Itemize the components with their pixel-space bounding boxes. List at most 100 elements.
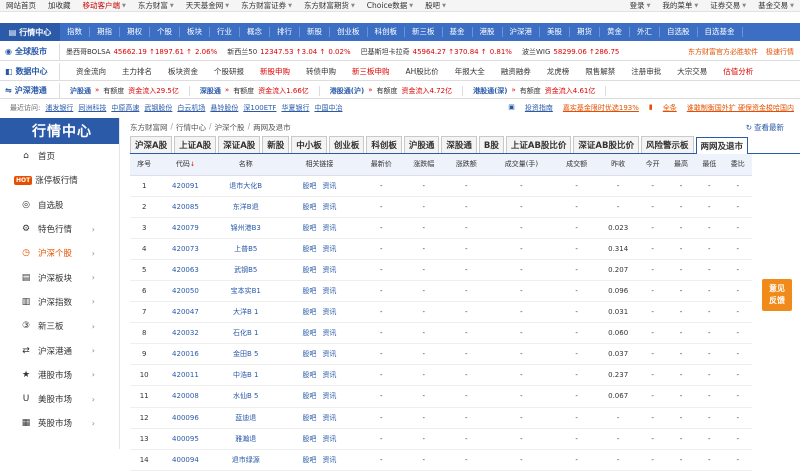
nav-item[interactable]: 基金	[443, 27, 473, 37]
forum-link[interactable]: 股吧	[302, 456, 316, 464]
column-header[interactable]: 最新价	[359, 154, 403, 176]
nav-item[interactable]: 黄金	[600, 27, 630, 37]
market-tab[interactable]: 上证AB股比价	[505, 136, 572, 153]
topbar-right-link[interactable]: 我的菜单 ▼	[656, 0, 704, 11]
stock-code[interactable]: 400095	[158, 428, 213, 450]
topbar-dropdown[interactable]: 东方财富 ▼	[132, 0, 180, 11]
news-link[interactable]: 资讯	[322, 392, 336, 400]
nav-item[interactable]: 新股	[300, 27, 330, 37]
stock-code[interactable]: 420032	[158, 322, 213, 345]
topbar-right-link[interactable]: 基金交易 ▼	[752, 0, 800, 11]
topbar-link[interactable]: 东方财富	[138, 0, 168, 11]
column-header[interactable]: 昨收	[597, 154, 639, 176]
nav-item[interactable]: 期货	[570, 27, 600, 37]
topbar-link[interactable]: 天天基金网	[186, 0, 224, 11]
stock-connect-segment[interactable]: 港股通(深)» 有额度 资金流入4.61亿	[463, 85, 607, 96]
forum-link[interactable]: 股吧	[302, 414, 316, 422]
nav-item[interactable]: 概念	[240, 27, 270, 37]
breadcrumb-item[interactable]: 东方财富网	[130, 122, 168, 133]
forum-link[interactable]: 股吧	[302, 350, 316, 358]
stock-code[interactable]: 400096	[158, 407, 213, 429]
recent-link[interactable]: 中国中冶	[314, 103, 342, 113]
sidebar-item[interactable]: U 美股市场 ›	[0, 387, 119, 411]
stock-code[interactable]: 420079	[158, 217, 213, 239]
data-center-link[interactable]: 估值分析	[715, 66, 761, 77]
topbar-dropdown[interactable]: Choice数据 ▼	[361, 0, 419, 11]
news-link[interactable]: 资讯	[322, 414, 336, 422]
news-link[interactable]: 资讯	[322, 224, 336, 232]
news-link[interactable]: 资讯	[322, 371, 336, 379]
ticker-item[interactable]: 巴基斯坦卡拉奇 45964.27 ↑370.84 ↑ 0.81%	[361, 47, 512, 57]
nav-brand[interactable]: ▤ 行情中心	[0, 23, 60, 41]
topbar-link[interactable]: 网站首页	[0, 0, 42, 11]
market-tab[interactable]: 深证A股	[218, 136, 261, 153]
column-header[interactable]: 最低	[695, 154, 724, 176]
stock-name[interactable]: 东洋B退	[212, 196, 279, 218]
data-center-link[interactable]: 资金流向	[68, 66, 114, 77]
topbar-link[interactable]: 股吧	[425, 0, 440, 11]
nav-item[interactable]: 指数	[60, 27, 90, 37]
global-markets-label[interactable]: ◉ 全球股市	[0, 42, 60, 61]
market-tab[interactable]: 新股	[262, 136, 290, 153]
news-link[interactable]: 资讯	[322, 456, 336, 464]
news-link[interactable]: 资讯	[322, 435, 336, 443]
nav-item[interactable]: 个股	[150, 27, 180, 37]
sidebar-item[interactable]: ⇄ 沪深港通 ›	[0, 338, 119, 362]
nav-item[interactable]: 新三板	[405, 27, 443, 37]
nav-item[interactable]: 沪深港	[503, 27, 540, 37]
recent-link[interactable]: 中原高速	[111, 103, 139, 113]
stock-name[interactable]: 退市绿源	[212, 449, 279, 471]
data-center-link[interactable]: 限售解禁	[577, 66, 623, 77]
stock-name[interactable]: 蓝迪退	[212, 407, 279, 429]
stock-code[interactable]: 420085	[158, 196, 213, 218]
fund-promo-link[interactable]: 嘉实基金限时优选193%	[563, 103, 639, 113]
data-center-link[interactable]: 个股研报	[206, 66, 252, 77]
stock-name[interactable]: 水仙B 5	[212, 385, 279, 408]
ticker-item[interactable]: 波兰WIG 58299.06 ↑286.75	[522, 47, 619, 57]
data-center-link[interactable]: 板块资金	[160, 66, 206, 77]
column-header[interactable]: 委比	[723, 154, 752, 176]
nav-item[interactable]: 创业板	[330, 27, 368, 37]
topbar-dropdown[interactable]: 天天基金网 ▼	[180, 0, 235, 11]
nav-item[interactable]: 自选股	[660, 27, 698, 37]
data-center-link[interactable]: AH股比价	[398, 66, 447, 77]
nav-item[interactable]: 行业	[210, 27, 240, 37]
column-header[interactable]: 今开	[638, 154, 667, 176]
forum-link[interactable]: 股吧	[302, 371, 316, 379]
topbar-link[interactable]: 加收藏	[42, 0, 77, 11]
promo-speed-link[interactable]: 极速行情	[766, 47, 794, 57]
column-header[interactable]: 最高	[666, 154, 696, 176]
sidebar-item[interactable]: ◷ 沪深个股 ›	[0, 241, 119, 265]
sidebar-item[interactable]: ◎ 自选股	[0, 193, 119, 217]
stock-name[interactable]: 上普B5	[212, 238, 279, 260]
forum-link[interactable]: 股吧	[302, 308, 316, 316]
stock-name[interactable]: 大洋B 1	[212, 301, 279, 324]
forum-link[interactable]: 股吧	[302, 182, 316, 190]
recent-link[interactable]: 悬铃股份	[210, 103, 238, 113]
recent-link[interactable]: 深100ETF	[243, 103, 276, 113]
market-tab[interactable]: 沪深A股	[130, 136, 173, 153]
topbar-dropdown[interactable]: 移动客户端 ▼	[77, 0, 132, 11]
column-header[interactable]: 涨跌额	[445, 154, 488, 176]
stock-name[interactable]: 石化B 1	[212, 322, 279, 345]
data-center-link[interactable]: 转债申购	[298, 66, 344, 77]
data-center-link[interactable]: 年报大全	[447, 66, 493, 77]
forum-link[interactable]: 股吧	[302, 329, 316, 337]
nav-item[interactable]: 自选基金	[698, 27, 743, 37]
data-center-link[interactable]: 龙虎榜	[539, 66, 578, 77]
stock-code[interactable]: 400094	[158, 449, 213, 471]
stock-connect-segment[interactable]: 港股通(沪)» 有额度 资金流入4.72亿	[320, 85, 464, 96]
market-tab[interactable]: 深证AB股比价	[573, 136, 639, 153]
nav-item[interactable]: 排行	[270, 27, 300, 37]
sidebar-item[interactable]: ★ 港股市场 ›	[0, 363, 119, 387]
recent-link[interactable]: 白云机场	[177, 103, 205, 113]
stock-name[interactable]: 锦州港B3	[212, 217, 279, 239]
stock-connect-label[interactable]: ⇋ 沪深港通	[0, 82, 60, 99]
sidebar-item[interactable]: ⚙ 特色行情 ›	[0, 217, 119, 241]
recent-link[interactable]: 浦发银行	[45, 103, 73, 113]
nav-item[interactable]: 外汇	[630, 27, 660, 37]
data-center-link[interactable]: 融资融券	[493, 66, 539, 77]
news-link[interactable]: 资讯	[322, 308, 336, 316]
stock-name[interactable]: 金田B 5	[212, 343, 279, 366]
nav-item[interactable]: 科创板	[368, 27, 405, 37]
